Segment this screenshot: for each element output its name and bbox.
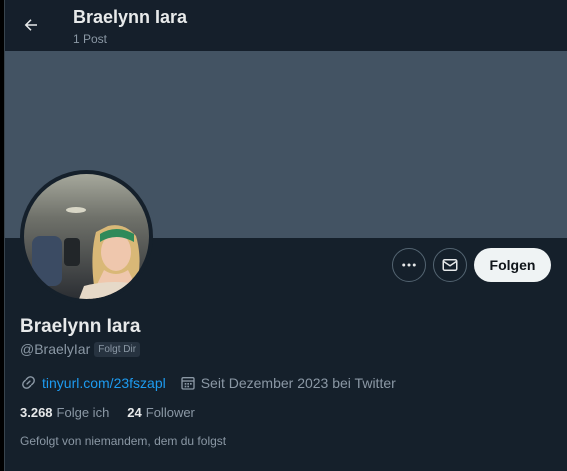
message-button[interactable] bbox=[433, 248, 467, 282]
followers-link[interactable]: 24 Follower bbox=[127, 405, 195, 420]
more-button[interactable] bbox=[392, 248, 426, 282]
following-count: 3.268 bbox=[20, 405, 53, 420]
header-post-count: 1 Post bbox=[73, 32, 108, 46]
avatar-photo bbox=[24, 174, 149, 299]
user-handle: @BraelyIar bbox=[20, 341, 91, 357]
follow-button[interactable]: Folgen bbox=[474, 248, 551, 282]
following-label: Folge ich bbox=[56, 405, 110, 420]
avatar[interactable] bbox=[20, 170, 153, 303]
profile-page: Braelynn Iara 1 Post Folgen Braelynn Iar… bbox=[4, 0, 567, 471]
following-link[interactable]: 3.268 Folge ich bbox=[20, 405, 109, 420]
followed-by-text: Gefolgt von niemandem, dem du folgst bbox=[20, 434, 227, 448]
calendar-icon bbox=[181, 376, 195, 390]
mail-icon bbox=[442, 259, 458, 271]
header-title: Braelynn Iara bbox=[73, 7, 188, 27]
link-icon bbox=[22, 376, 35, 389]
profile-meta: tinyurl.com/23fszapl Seit Dezember 2023 … bbox=[20, 374, 410, 391]
follow-stats: 3.268 Folge ich 24 Follower bbox=[20, 405, 213, 420]
handle-row: @BraelyIar Folgt Dir bbox=[20, 341, 141, 357]
joined-date: Seit Dezember 2023 bei Twitter bbox=[200, 374, 396, 391]
website-link[interactable]: tinyurl.com/23fszapl bbox=[42, 375, 166, 391]
display-name: Braelynn Iara bbox=[20, 316, 141, 337]
joined-item: Seit Dezember 2023 bei Twitter bbox=[180, 375, 396, 391]
follows-you-badge: Folgt Dir bbox=[94, 341, 141, 357]
followers-count: 24 bbox=[127, 405, 142, 420]
profile-header-bar: Braelynn Iara 1 Post bbox=[5, 0, 567, 51]
arrow-left-icon bbox=[24, 19, 37, 31]
website-item[interactable]: tinyurl.com/23fszapl bbox=[20, 374, 166, 391]
back-button[interactable] bbox=[15, 9, 47, 41]
followers-label: Follower bbox=[145, 405, 195, 420]
more-icon bbox=[402, 263, 416, 267]
